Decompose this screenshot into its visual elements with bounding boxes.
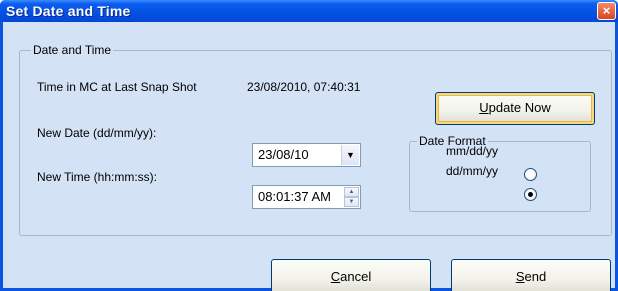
cancel-label: ancel <box>340 269 372 284</box>
new-date-value: 23/08/10 <box>258 147 309 162</box>
close-button[interactable]: × <box>597 2 616 20</box>
radio-ddmmyy[interactable] <box>524 188 537 201</box>
dialog-window: Set Date and Time × Date and Time Time i… <box>0 0 618 291</box>
dialog-title: Set Date and Time <box>6 3 131 19</box>
radio-mmddyy-label: mm/dd/yy <box>446 144 499 158</box>
cancel-mnemonic: C <box>330 269 341 284</box>
dialog-body: Date and Time Time in MC at Last Snap Sh… <box>3 22 615 291</box>
close-icon: × <box>602 3 611 18</box>
update-now-button[interactable]: Update Now <box>435 92 595 125</box>
spin-up-icon[interactable]: ▲ <box>344 187 359 197</box>
radio-ddmmyy-dot <box>528 192 533 197</box>
send-label: end <box>524 269 547 284</box>
update-now-mnemonic: U <box>479 100 489 115</box>
radio-ddmmyy-label: dd/mm/yy <box>446 164 499 178</box>
cancel-button[interactable]: Cancel <box>271 259 431 291</box>
date-format-group: Date Format <box>409 134 591 212</box>
radio-mmddyy[interactable] <box>524 168 537 181</box>
date-and-time-legend: Date and Time <box>31 43 114 57</box>
title-bar[interactable]: Set Date and Time × <box>0 0 618 22</box>
new-time-value: 08:01:37 AM <box>258 189 331 204</box>
new-time-field[interactable]: 08:01:37 AM ▲ ▼ <box>252 185 361 209</box>
new-time-label: New Time (hh:mm:ss): <box>37 170 158 184</box>
new-date-label: New Date (dd/mm/yy): <box>37 126 157 140</box>
send-button[interactable]: Send <box>451 259 611 291</box>
update-now-label: pdate Now <box>488 100 551 115</box>
new-date-combobox[interactable]: 23/08/10 ▼ <box>252 143 361 167</box>
last-snapshot-value: 23/08/2010, 07:40:31 <box>247 80 361 94</box>
chevron-down-icon[interactable]: ▼ <box>341 145 359 165</box>
spin-down-icon[interactable]: ▼ <box>344 197 359 207</box>
last-snapshot-label: Time in MC at Last Snap Shot <box>37 80 197 94</box>
